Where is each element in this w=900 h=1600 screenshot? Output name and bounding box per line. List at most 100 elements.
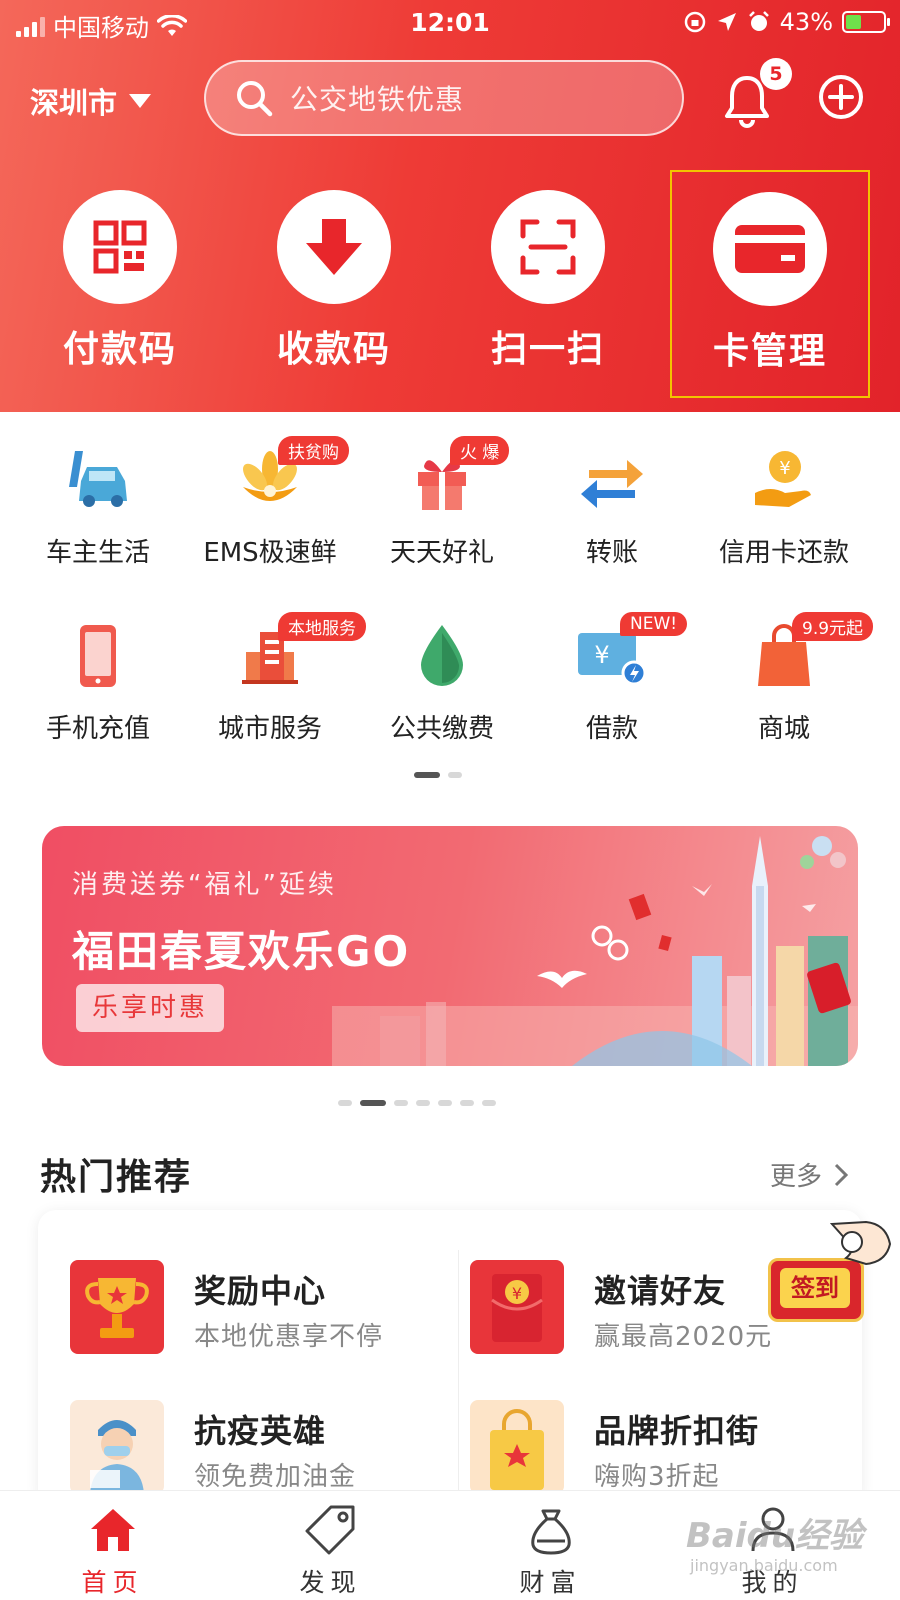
tab-home[interactable]: 首页 <box>0 1491 225 1600</box>
rec-item-reward-center[interactable]: 奖励中心 本地优惠享不停 <box>70 1260 450 1360</box>
hot-section-title: 热门推荐 <box>40 1157 193 1198</box>
checkin-label: 签到 <box>780 1268 850 1308</box>
quick-action-receive-code[interactable]: 收款码 <box>234 190 434 400</box>
more-link[interactable]: 更多 <box>770 1156 849 1193</box>
location-arrow-icon <box>717 13 736 31</box>
rotation-lock-icon <box>684 11 705 33</box>
quick-action-icon-bg <box>491 190 605 304</box>
grid-item-city-service[interactable]: 本地服务 城市服务 <box>180 612 366 766</box>
download-arrow-icon <box>306 219 362 275</box>
rec-item-brand-discount[interactable]: 品牌折扣街 嗨购3折起 <box>470 1400 850 1500</box>
grid-icon-wrap <box>402 616 482 696</box>
quick-action-icon-bg <box>63 190 177 304</box>
quick-action-scan[interactable]: 扫一扫 <box>448 190 648 400</box>
home-icon <box>90 1509 135 1551</box>
add-icon[interactable] <box>818 74 864 120</box>
rec-subtitle: 赢最高2020元 <box>594 1322 773 1352</box>
grid-icon-wrap: 扶贫购 <box>230 436 349 520</box>
search-icon <box>237 81 273 117</box>
rec-title: 抗疫英雄 <box>194 1412 327 1450</box>
tab-discover[interactable]: 发现 <box>218 1491 443 1600</box>
tab-label: 首页 <box>81 1568 144 1597</box>
banner-page-indicator <box>338 1100 496 1106</box>
grid-icon-wrap: 9.9元起 <box>744 612 874 696</box>
bank-card-icon <box>735 225 805 273</box>
page-dot <box>448 772 462 778</box>
notification-badge: 5 <box>760 58 792 90</box>
grid-item-public-payment[interactable]: 公共缴费 <box>352 616 532 766</box>
quick-action-label: 收款码 <box>276 329 391 370</box>
hand-pointer-icon <box>829 1220 892 1266</box>
chevron-right-icon <box>834 1163 849 1186</box>
grid-item-ems[interactable]: 扶贫购 EMS极速鲜 <box>180 436 360 590</box>
grid-item-car-life[interactable]: 车主生活 <box>8 440 188 590</box>
quick-action-card-management[interactable]: 卡管理 <box>670 170 870 398</box>
rec-item-anti-epidemic[interactable]: 抗疫英雄 领免费加油金 <box>70 1400 450 1500</box>
status-right: 43% <box>683 8 890 36</box>
battery-icon <box>842 11 890 33</box>
rec-image: ¥ <box>470 1260 564 1354</box>
grid-icon-wrap <box>58 616 138 696</box>
status-bar: 中国移动 12:01 43% <box>0 0 900 48</box>
promo-banner[interactable]: 消费送券“福礼”延续 福田春夏欢乐GO 乐享时惠 <box>42 826 858 1066</box>
grid-label: 信用卡还款 <box>718 538 849 568</box>
banner-button[interactable]: 乐享时惠 <box>76 984 225 1032</box>
grid-icon-wrap: ¥ NEW! <box>572 612 688 696</box>
quick-action-icon-bg <box>277 190 391 304</box>
trophy-icon <box>85 1278 149 1338</box>
rec-image <box>70 1400 164 1494</box>
rec-title: 品牌折扣街 <box>594 1412 760 1450</box>
red-envelope-icon: ¥ <box>491 1274 543 1342</box>
page-dot <box>416 1100 430 1106</box>
grid-tag: NEW! <box>620 612 688 636</box>
tab-label: 财富 <box>519 1568 582 1597</box>
page-dot <box>460 1100 474 1106</box>
page-dot <box>414 772 440 778</box>
shopping-bag-icon <box>490 1409 544 1490</box>
tab-wealth[interactable]: 财富 <box>438 1491 663 1600</box>
search-input[interactable]: 公交地铁优惠 <box>204 60 684 136</box>
banner-subtitle: 消费送券“福礼”延续 <box>72 870 337 900</box>
grid-icon-wrap: ¥ <box>744 440 824 520</box>
hot-recommend-card: 奖励中心 本地优惠享不停 ¥ 邀请好友 赢最高2020元 抗疫英雄 领免费加油金… <box>38 1210 862 1510</box>
water-drop-icon <box>421 625 463 686</box>
rec-title: 邀请好友 <box>594 1272 727 1310</box>
grid-item-mall[interactable]: 9.9元起 商城 <box>694 612 874 766</box>
money-bag-icon <box>530 1509 571 1555</box>
grid-item-loan[interactable]: ¥ NEW! 借款 <box>522 612 702 766</box>
caret-down-icon <box>129 94 152 108</box>
grid-tag: 火 爆 <box>450 436 510 465</box>
grid-item-credit-repay[interactable]: ¥ 信用卡还款 <box>694 440 874 590</box>
more-label: 更多 <box>770 1162 823 1192</box>
battery-fill <box>846 15 861 29</box>
top-bar: 深圳市 公交地铁优惠 5 <box>0 58 900 140</box>
yuan-hand-icon: ¥ <box>755 451 811 507</box>
page-dot <box>438 1100 452 1106</box>
quick-action-label: 扫一扫 <box>490 329 605 370</box>
header: 中国移动 12:01 43% 深圳市 公交地铁优惠 5 付款码 收款码 扫一扫 … <box>0 0 900 412</box>
quick-action-icon-bg <box>713 192 827 306</box>
grid-label: 公共缴费 <box>389 714 494 744</box>
grid-label: 车主生活 <box>45 538 150 568</box>
svg-text:¥: ¥ <box>779 458 790 479</box>
rec-subtitle: 嗨购3折起 <box>594 1462 720 1492</box>
grid-label: EMS极速鲜 <box>203 538 337 568</box>
quick-action-pay-code[interactable]: 付款码 <box>20 190 220 400</box>
banner-title: 福田春夏欢乐GO <box>72 927 411 976</box>
page-dot <box>482 1100 496 1106</box>
grid-icon-wrap <box>58 440 138 520</box>
grid-icon-wrap: 本地服务 <box>230 612 366 696</box>
watermark-sub: jingyan.baidu.com <box>690 1556 838 1575</box>
grid-item-transfer[interactable]: 转账 <box>522 440 702 590</box>
scan-icon <box>520 219 576 275</box>
svg-text:¥: ¥ <box>512 1284 522 1303</box>
grid-item-daily-gift[interactable]: 火 爆 天天好礼 <box>352 436 532 590</box>
tag-icon <box>305 1505 354 1555</box>
grid-item-phone-topup[interactable]: 手机充值 <box>8 616 188 766</box>
card-divider <box>458 1250 459 1510</box>
page-dot <box>338 1100 352 1106</box>
transfer-arrows-icon <box>581 460 643 508</box>
watermark: Baidu经验 <box>686 1516 864 1556</box>
quick-action-label: 付款码 <box>62 329 177 370</box>
city-selector[interactable]: 深圳市 <box>30 80 152 122</box>
